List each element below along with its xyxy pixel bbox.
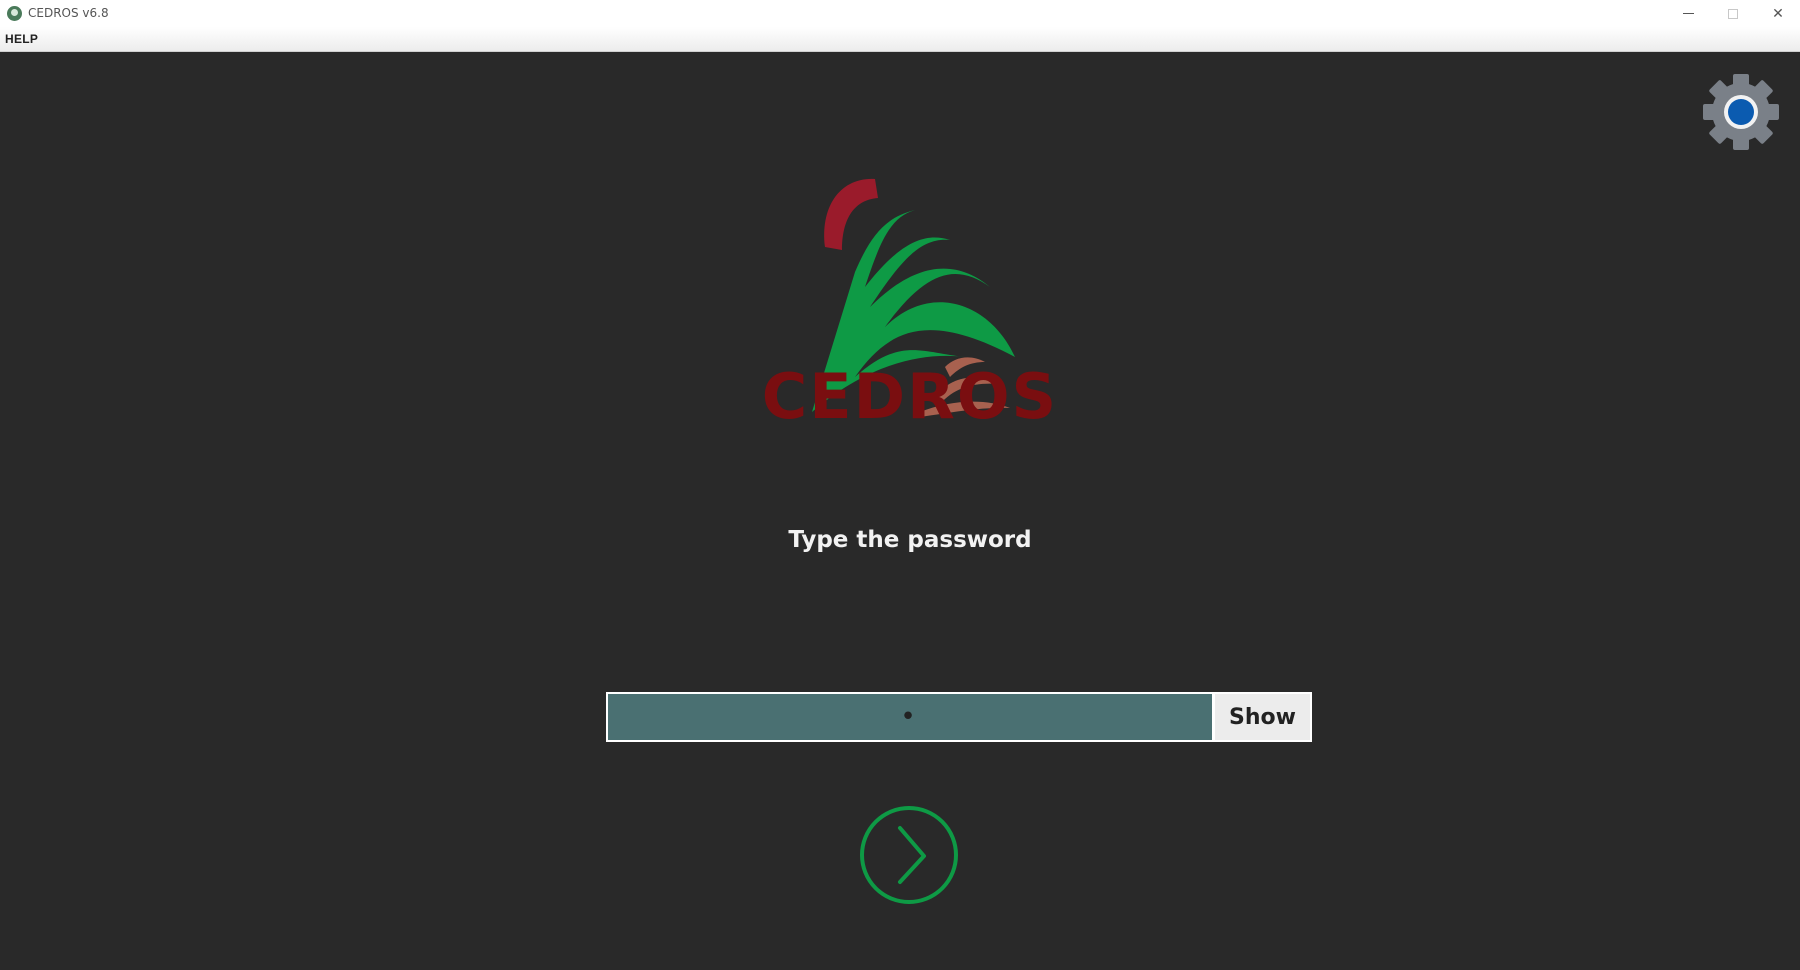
title-bar: CEDROS v6.8 ✕ — [0, 0, 1800, 27]
chevron-right-circle-icon — [860, 806, 958, 904]
password-field-group: Show — [606, 692, 1312, 742]
minimize-icon — [1682, 13, 1694, 14]
window-title: CEDROS v6.8 — [28, 6, 109, 20]
app-icon — [7, 6, 22, 21]
close-button[interactable]: ✕ — [1755, 0, 1800, 27]
maximize-icon — [1728, 8, 1738, 19]
minimize-button[interactable] — [1665, 0, 1711, 27]
gear-icon — [1703, 74, 1779, 150]
menu-bar: HELP — [0, 27, 1800, 52]
menu-item-help[interactable]: HELP — [5, 32, 38, 46]
logo-wordmark: CEDROS — [761, 360, 1059, 433]
password-input[interactable] — [608, 694, 1212, 740]
submit-button[interactable] — [858, 804, 960, 906]
show-password-button[interactable]: Show — [1212, 694, 1310, 740]
maximize-button[interactable] — [1710, 0, 1756, 27]
settings-button[interactable] — [1701, 72, 1781, 152]
password-prompt: Type the password — [788, 527, 1032, 553]
login-screen: CEDROS Type the password Show — [0, 52, 1800, 970]
